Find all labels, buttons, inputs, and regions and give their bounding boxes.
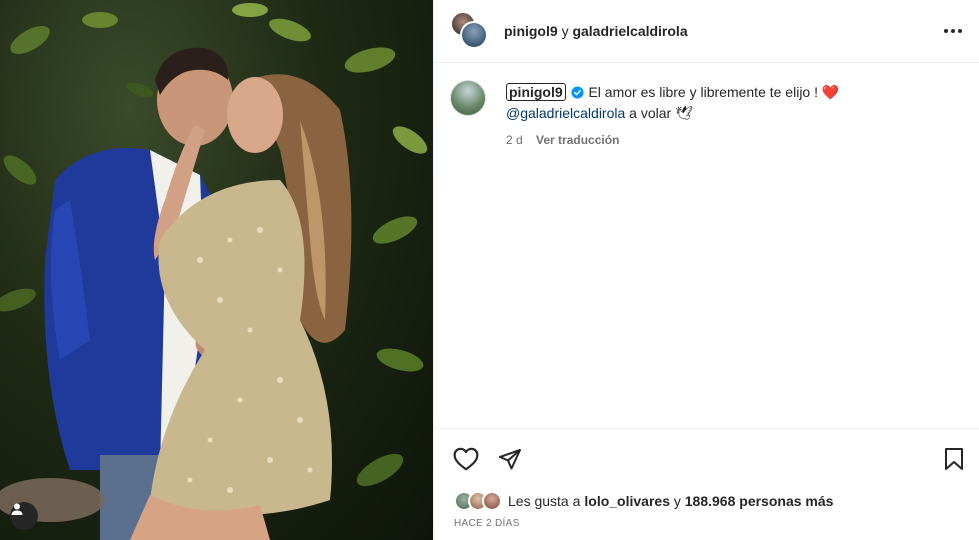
verified-badge-icon	[571, 86, 584, 99]
share-button[interactable]	[496, 445, 524, 473]
save-button[interactable]	[940, 445, 968, 473]
paper-plane-icon	[499, 448, 521, 469]
author-link-2[interactable]: galadrielcaldirola	[572, 23, 687, 39]
post-date[interactable]: HACE 2 DÍAS	[454, 518, 520, 529]
collab-avatars[interactable]	[450, 11, 490, 51]
post-details-panel: pinigol9 y galadrielcaldirola pinigol9 E…	[433, 0, 979, 540]
post-caption: pinigol9 El amor es libre y libremente t…	[450, 80, 960, 147]
caption-content: pinigol9 El amor es libre y libremente t…	[506, 80, 839, 147]
liker-username[interactable]: lolo_olivares	[584, 493, 670, 509]
post-age[interactable]: 2 d	[506, 133, 523, 147]
couple-photo-illustration	[0, 3, 428, 540]
avatar	[482, 491, 502, 511]
post-authors: pinigol9 y galadrielcaldirola	[504, 23, 941, 39]
caption-username[interactable]: pinigol9	[506, 83, 566, 101]
author-link-1[interactable]: pinigol9	[504, 23, 558, 39]
heart-emoji-icon: ❤️	[821, 84, 840, 100]
caption-meta: 2 d Ver traducción	[506, 133, 839, 147]
like-button[interactable]	[452, 445, 480, 473]
caption-text: pinigol9 El amor es libre y libremente t…	[506, 80, 839, 124]
likes-count[interactable]: 188.968 personas más	[685, 493, 834, 509]
likes-summary: Les gusta a lolo_olivares y 188.968 pers…	[454, 491, 833, 511]
liker-avatars	[454, 491, 502, 511]
heart-icon	[453, 447, 479, 470]
avatar	[460, 21, 488, 49]
mention-link[interactable]: @galadrielcaldirola	[506, 105, 625, 121]
person-icon	[11, 503, 23, 515]
instagram-post: pinigol9 y galadrielcaldirola pinigol9 E…	[0, 0, 979, 540]
bookmark-icon	[945, 447, 963, 470]
translate-link[interactable]: Ver traducción	[536, 133, 619, 147]
post-header: pinigol9 y galadrielcaldirola	[434, 0, 979, 63]
post-actions	[434, 428, 979, 488]
likes-prefix: Les gusta a	[508, 493, 581, 509]
ellipsis-icon	[944, 29, 962, 33]
post-photo[interactable]	[0, 0, 433, 540]
avatar[interactable]	[450, 80, 486, 116]
likes-joiner: y	[669, 493, 685, 509]
authors-joiner: y	[561, 23, 569, 39]
more-options-button[interactable]	[941, 19, 965, 43]
tagged-users-button[interactable]	[10, 502, 38, 530]
caption-message: El amor es libre y libremente te elijo !	[588, 84, 822, 100]
caption-message-2: a volar	[629, 105, 676, 121]
dove-emoji-icon: 🕊	[675, 105, 693, 121]
